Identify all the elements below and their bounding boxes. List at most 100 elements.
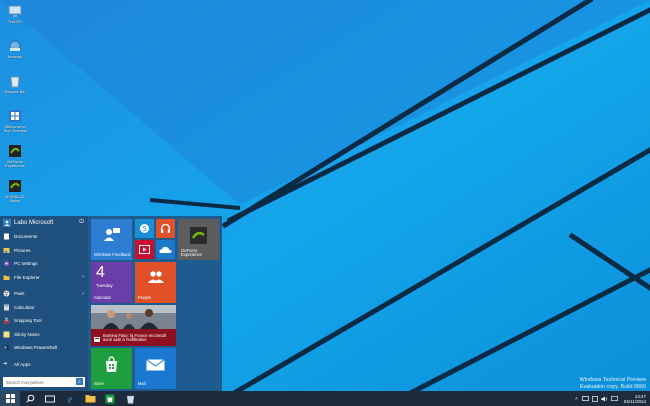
desktop-icon-label: Recycle Bin bbox=[4, 89, 26, 94]
start-item-all-apps[interactable]: ➜ All Apps bbox=[0, 358, 88, 372]
tile-label: People bbox=[138, 295, 152, 301]
start-item-pc-settings[interactable]: PC settings bbox=[0, 257, 88, 271]
store-icon bbox=[106, 356, 117, 372]
start-item-label: Pictures bbox=[14, 247, 31, 253]
tile-music[interactable] bbox=[156, 219, 175, 238]
desktop-icon-network[interactable]: Network bbox=[2, 37, 28, 71]
skype-icon: S bbox=[140, 224, 149, 233]
search-placeholder: Search everywhere bbox=[6, 379, 44, 385]
taskbar-recycle-bin[interactable] bbox=[120, 391, 140, 406]
clock-date: 04/11/2014 bbox=[623, 398, 646, 404]
windows-logo-icon bbox=[5, 394, 15, 403]
desktop-icon-geforce[interactable]: GeForce Experience bbox=[2, 142, 28, 176]
nvidia-icon bbox=[190, 227, 207, 244]
tile-calendar[interactable]: 4 Tuesday Calendar bbox=[91, 262, 132, 303]
start-item-label: File Explorer bbox=[14, 274, 40, 280]
start-item-powershell[interactable]: Windows PowerShell bbox=[0, 341, 88, 355]
tile-video[interactable] bbox=[135, 240, 154, 259]
start-item-label: Paint bbox=[14, 291, 25, 297]
svg-text:e: e bbox=[68, 394, 73, 404]
recycle-bin-icon bbox=[126, 395, 134, 404]
tile-people[interactable]: People bbox=[135, 262, 176, 303]
tile-label: Burkina Faso: la France reconnaît avoir … bbox=[103, 332, 167, 343]
start-item-calculator[interactable]: Calculator bbox=[0, 301, 88, 315]
desktop-icon-label: Network bbox=[7, 54, 23, 59]
desktop-icon-label: Welcome to Tech Preview bbox=[3, 124, 27, 133]
pictures-icon bbox=[3, 247, 10, 253]
desktop-icon-nvidia-3d[interactable]: NVIDIA 3D Vision bbox=[2, 177, 28, 211]
store-icon bbox=[105, 394, 115, 403]
nvidia-icon bbox=[9, 180, 21, 192]
tile-news[interactable]: Burkina Faso: la France reconnaît avoir … bbox=[91, 305, 176, 346]
folder-icon bbox=[3, 275, 10, 280]
mail-icon bbox=[146, 359, 165, 371]
start-button[interactable] bbox=[0, 391, 20, 406]
computer-icon bbox=[8, 5, 22, 17]
start-item-pictures[interactable]: Pictures bbox=[0, 244, 88, 258]
keyboard-icon[interactable] bbox=[610, 396, 618, 401]
action-center-icon[interactable] bbox=[591, 395, 598, 402]
desktop-icon-welcome[interactable]: Welcome to Tech Preview bbox=[2, 107, 28, 141]
start-item-snipping-tool[interactable]: Snipping Tool bbox=[0, 314, 88, 328]
start-item-documents[interactable]: Documents bbox=[0, 230, 88, 244]
start-item-file-explorer[interactable]: File Explorer › bbox=[0, 271, 88, 285]
start-item-sticky-notes[interactable]: Sticky Notes bbox=[0, 328, 88, 342]
task-view-icon bbox=[45, 395, 55, 402]
search-input[interactable]: Search everywhere ⌕ bbox=[3, 377, 85, 387]
headphones-icon bbox=[160, 223, 171, 233]
start-item-label: Sticky Notes bbox=[14, 331, 40, 337]
sticky-note-icon bbox=[3, 331, 10, 338]
taskbar-file-explorer[interactable] bbox=[80, 391, 100, 406]
start-item-label: Windows PowerShell bbox=[14, 345, 58, 351]
gear-icon bbox=[3, 260, 10, 267]
build-watermark: Windows Technical Preview Evaluation cop… bbox=[580, 377, 646, 391]
tile-windows-feedback[interactable]: Windows Feedback bbox=[91, 219, 132, 260]
network-icon[interactable] bbox=[581, 395, 589, 402]
news-photo bbox=[91, 305, 176, 329]
feedback-icon bbox=[104, 228, 120, 241]
watermark-line-2: Evaluation copy. Build 9860 bbox=[579, 384, 646, 390]
watermark-line-1: Windows Technical Preview bbox=[579, 377, 646, 383]
taskbar-store[interactable] bbox=[100, 391, 120, 406]
video-icon bbox=[139, 245, 150, 254]
taskbar: e ˄ 13:47 04/11/2014 bbox=[0, 391, 650, 406]
tile-skype[interactable]: S bbox=[135, 219, 154, 238]
user-account[interactable]: Labo Microsoft ⏻ bbox=[0, 216, 88, 230]
search-button[interactable] bbox=[20, 391, 40, 406]
search-icon bbox=[25, 394, 34, 403]
user-name: Labo Microsoft bbox=[14, 220, 54, 226]
start-item-label: Documents bbox=[14, 234, 38, 240]
start-item-paint[interactable]: Paint › bbox=[0, 287, 88, 301]
taskbar-clock[interactable]: 13:47 04/11/2014 bbox=[624, 394, 646, 404]
start-menu-left-pane: Labo Microsoft ⏻ Documents Pictures PC s… bbox=[0, 216, 88, 391]
tile-onedrive[interactable] bbox=[156, 240, 175, 259]
power-icon[interactable]: ⏻ bbox=[79, 219, 84, 226]
tile-label: Calendar bbox=[94, 295, 111, 301]
arrow-right-icon: ➜ bbox=[3, 360, 8, 367]
tile-label: GeForce Experience bbox=[181, 247, 202, 258]
start-item-label: Snipping Tool bbox=[14, 318, 42, 324]
search-icon[interactable]: ⌕ bbox=[76, 378, 83, 385]
network-icon bbox=[9, 40, 21, 52]
desktop-icon-recycle-bin[interactable]: Recycle Bin bbox=[2, 72, 28, 106]
desktop-icon-this-pc[interactable]: This PC bbox=[2, 2, 28, 36]
desktop-icons: This PC Network Recycle Bin Welcome to T… bbox=[2, 2, 28, 212]
tile-mail[interactable]: Mail bbox=[135, 348, 176, 389]
people-icon bbox=[148, 271, 164, 283]
tile-geforce[interactable]: GeForce Experience bbox=[178, 219, 219, 260]
start-menu: Labo Microsoft ⏻ Documents Pictures PC s… bbox=[0, 216, 222, 391]
nvidia-icon bbox=[9, 145, 21, 157]
paint-icon bbox=[3, 290, 10, 297]
volume-icon[interactable] bbox=[601, 396, 608, 402]
folder-icon bbox=[85, 395, 95, 403]
chevron-up-icon[interactable]: ˄ bbox=[575, 396, 578, 401]
chevron-right-icon[interactable]: › bbox=[82, 291, 84, 297]
taskbar-ie[interactable]: e bbox=[60, 391, 80, 406]
tile-store[interactable]: Store bbox=[91, 348, 132, 389]
chevron-right-icon[interactable]: › bbox=[82, 274, 84, 280]
tile-label: Store bbox=[94, 381, 105, 387]
calculator-icon bbox=[4, 304, 9, 311]
task-view-button[interactable] bbox=[40, 391, 60, 406]
system-tray: ˄ 13:47 04/11/2014 bbox=[575, 391, 646, 406]
scissors-icon bbox=[3, 317, 10, 324]
